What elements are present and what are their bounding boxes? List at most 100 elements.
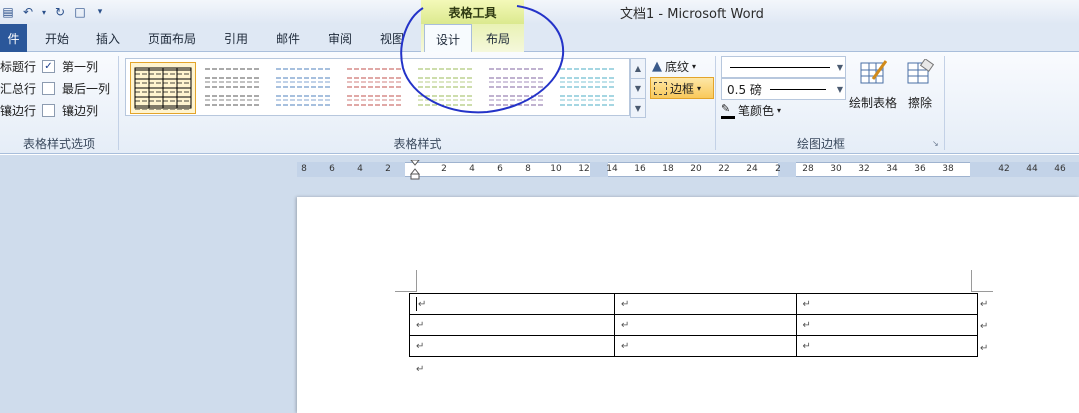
gallery-scroll-down-icon[interactable]: ▼	[630, 78, 646, 99]
ruler-tick-label: 10	[550, 164, 562, 174]
table-cell[interactable]: ↵	[795, 335, 979, 357]
pen-color-button[interactable]: ✎ 笔颜色 ▾	[721, 100, 781, 120]
table-cell[interactable]: ↵	[795, 293, 979, 315]
table-cell[interactable]: ↵	[408, 293, 616, 315]
ruler-tick-label: 42	[998, 164, 1010, 174]
ruler-tick-label: 34	[886, 164, 898, 174]
last-column-option[interactable]: 最后一列	[42, 79, 110, 97]
table-styles-label: 表格样式	[393, 137, 442, 151]
banded-columns-checkbox[interactable]	[42, 103, 55, 117]
draw-table-icon	[860, 60, 887, 84]
row-end-mark: ↵	[980, 299, 989, 310]
table-cell[interactable]: ↵	[614, 314, 797, 336]
shading-label: 底纹	[665, 59, 690, 74]
line-style-preview	[730, 66, 830, 68]
ruler-tick-label: 36	[914, 164, 926, 174]
ruler-tick-label: 30	[830, 164, 842, 174]
last-column-checkbox[interactable]	[42, 81, 55, 95]
ruler-tick-label: 4	[469, 164, 475, 174]
document-table[interactable]: ↵ ↵ ↵ ↵ ↵ ↵ ↵ ↵ ↵	[408, 293, 979, 357]
tab-page-layout[interactable]: 页面布局	[140, 24, 204, 52]
cell-end-mark: ↵	[418, 299, 427, 310]
table-cell[interactable]: ↵	[408, 314, 616, 336]
save-icon[interactable]: ▤	[0, 4, 16, 20]
tab-file[interactable]: 件	[0, 24, 27, 52]
document-title: 文档1 - Microsoft Word	[620, 7, 764, 22]
ruler-tick-label: 20	[690, 164, 702, 174]
tab-insert[interactable]: 插入	[86, 24, 130, 52]
ruler-tick-label: 2	[775, 164, 781, 174]
shading-button[interactable]: ▲ 底纹 ▾	[652, 56, 696, 76]
tab-home[interactable]: 开始	[35, 24, 79, 52]
customize-qat-icon[interactable]: ▾	[92, 4, 108, 20]
eraser-button[interactable]: 擦除	[902, 57, 938, 115]
line-weight-value: 0.5 磅	[727, 82, 762, 97]
gallery-scroll-up-icon[interactable]: ▲	[630, 58, 646, 79]
indent-marker-icon[interactable]	[409, 159, 421, 180]
ruler-tick-label: 24	[746, 164, 758, 174]
table-style-swatch[interactable]	[130, 62, 196, 114]
tab-references[interactable]: 引用	[214, 24, 258, 52]
table-cell[interactable]: ↵	[795, 314, 979, 336]
cell-end-mark: ↵	[416, 319, 425, 331]
text-cursor	[416, 297, 417, 311]
row-end-mark: ↵	[980, 343, 989, 354]
crop-mark	[971, 270, 972, 292]
tab-mailings[interactable]: 邮件	[266, 24, 310, 52]
line-weight-dropdown[interactable]: 0.5 磅 ▼	[721, 78, 846, 100]
ruler-tick-label: 12	[578, 164, 590, 174]
ruler-tick-label: 38	[942, 164, 954, 174]
eraser-label: 擦除	[907, 96, 932, 110]
first-column-option[interactable]: ✓ 第一列	[42, 57, 98, 75]
cell-end-mark: ↵	[621, 340, 630, 352]
paint-bucket-icon: ▲	[652, 58, 662, 74]
redo-icon[interactable]: ↻	[52, 4, 68, 20]
banded-rows-label: 镶边行	[0, 103, 37, 118]
table-style-swatch[interactable]	[272, 62, 336, 112]
banded-columns-option[interactable]: 镶边列	[42, 101, 98, 119]
border-grid-icon	[654, 81, 667, 95]
row-end-mark: ↵	[980, 321, 989, 332]
draw-table-button[interactable]: 绘制表格	[847, 57, 899, 115]
ruler-tick-label: 22	[718, 164, 730, 174]
eraser-icon	[907, 59, 934, 84]
draw-table-label: 绘制表格	[848, 96, 897, 110]
chevron-down-icon: ▼	[836, 62, 843, 72]
pen-icon: ✎	[721, 102, 735, 119]
crop-mark	[395, 291, 417, 292]
chevron-down-icon[interactable]: ▾	[40, 4, 48, 20]
cell-end-mark: ↵	[802, 319, 811, 331]
table-style-options-label: 表格样式选项	[22, 137, 95, 151]
line-style-dropdown[interactable]: ▼	[721, 56, 846, 78]
cell-end-mark: ↵	[621, 298, 630, 310]
table-row: ↵ ↵ ↵	[408, 293, 979, 315]
ruler-tick-label: 6	[497, 164, 503, 174]
ruler-tick-label: 2	[385, 164, 391, 174]
group-divider	[118, 56, 119, 150]
gallery-more-icon[interactable]: ▼	[630, 98, 646, 118]
first-column-checkbox[interactable]: ✓	[42, 59, 55, 73]
borders-button[interactable]: 边框 ▾	[650, 77, 714, 99]
ruler-tick-label: 14	[606, 164, 618, 174]
dialog-launcher-icon[interactable]: ↘	[932, 139, 939, 148]
first-column-label: 第一列	[62, 59, 99, 74]
header-row-label: 标题行	[0, 59, 37, 74]
tab-review[interactable]: 审阅	[318, 24, 362, 52]
table-cell[interactable]: ↵	[408, 335, 616, 357]
cell-end-mark: ↵	[802, 340, 811, 352]
table-cell[interactable]: ↵	[614, 335, 797, 357]
pen-color-label: 笔颜色	[738, 103, 775, 118]
ruler-tick-label: 46	[1054, 164, 1066, 174]
new-document-icon[interactable]: □	[72, 4, 88, 20]
ruler-tick-label: 6	[329, 164, 335, 174]
ruler-tick-label: 28	[802, 164, 814, 174]
chevron-down-icon: ▾	[777, 105, 782, 115]
banded-rows-option[interactable]: 镶边行	[0, 101, 36, 119]
undo-icon[interactable]: ↶	[20, 4, 36, 20]
crop-mark	[416, 270, 417, 292]
table-cell[interactable]: ↵	[614, 293, 797, 315]
header-row-option[interactable]: 标题行	[0, 57, 36, 75]
table-style-swatch[interactable]	[201, 62, 265, 112]
total-row-option[interactable]: 汇总行	[0, 79, 36, 97]
chevron-down-icon: ▾	[697, 83, 702, 93]
